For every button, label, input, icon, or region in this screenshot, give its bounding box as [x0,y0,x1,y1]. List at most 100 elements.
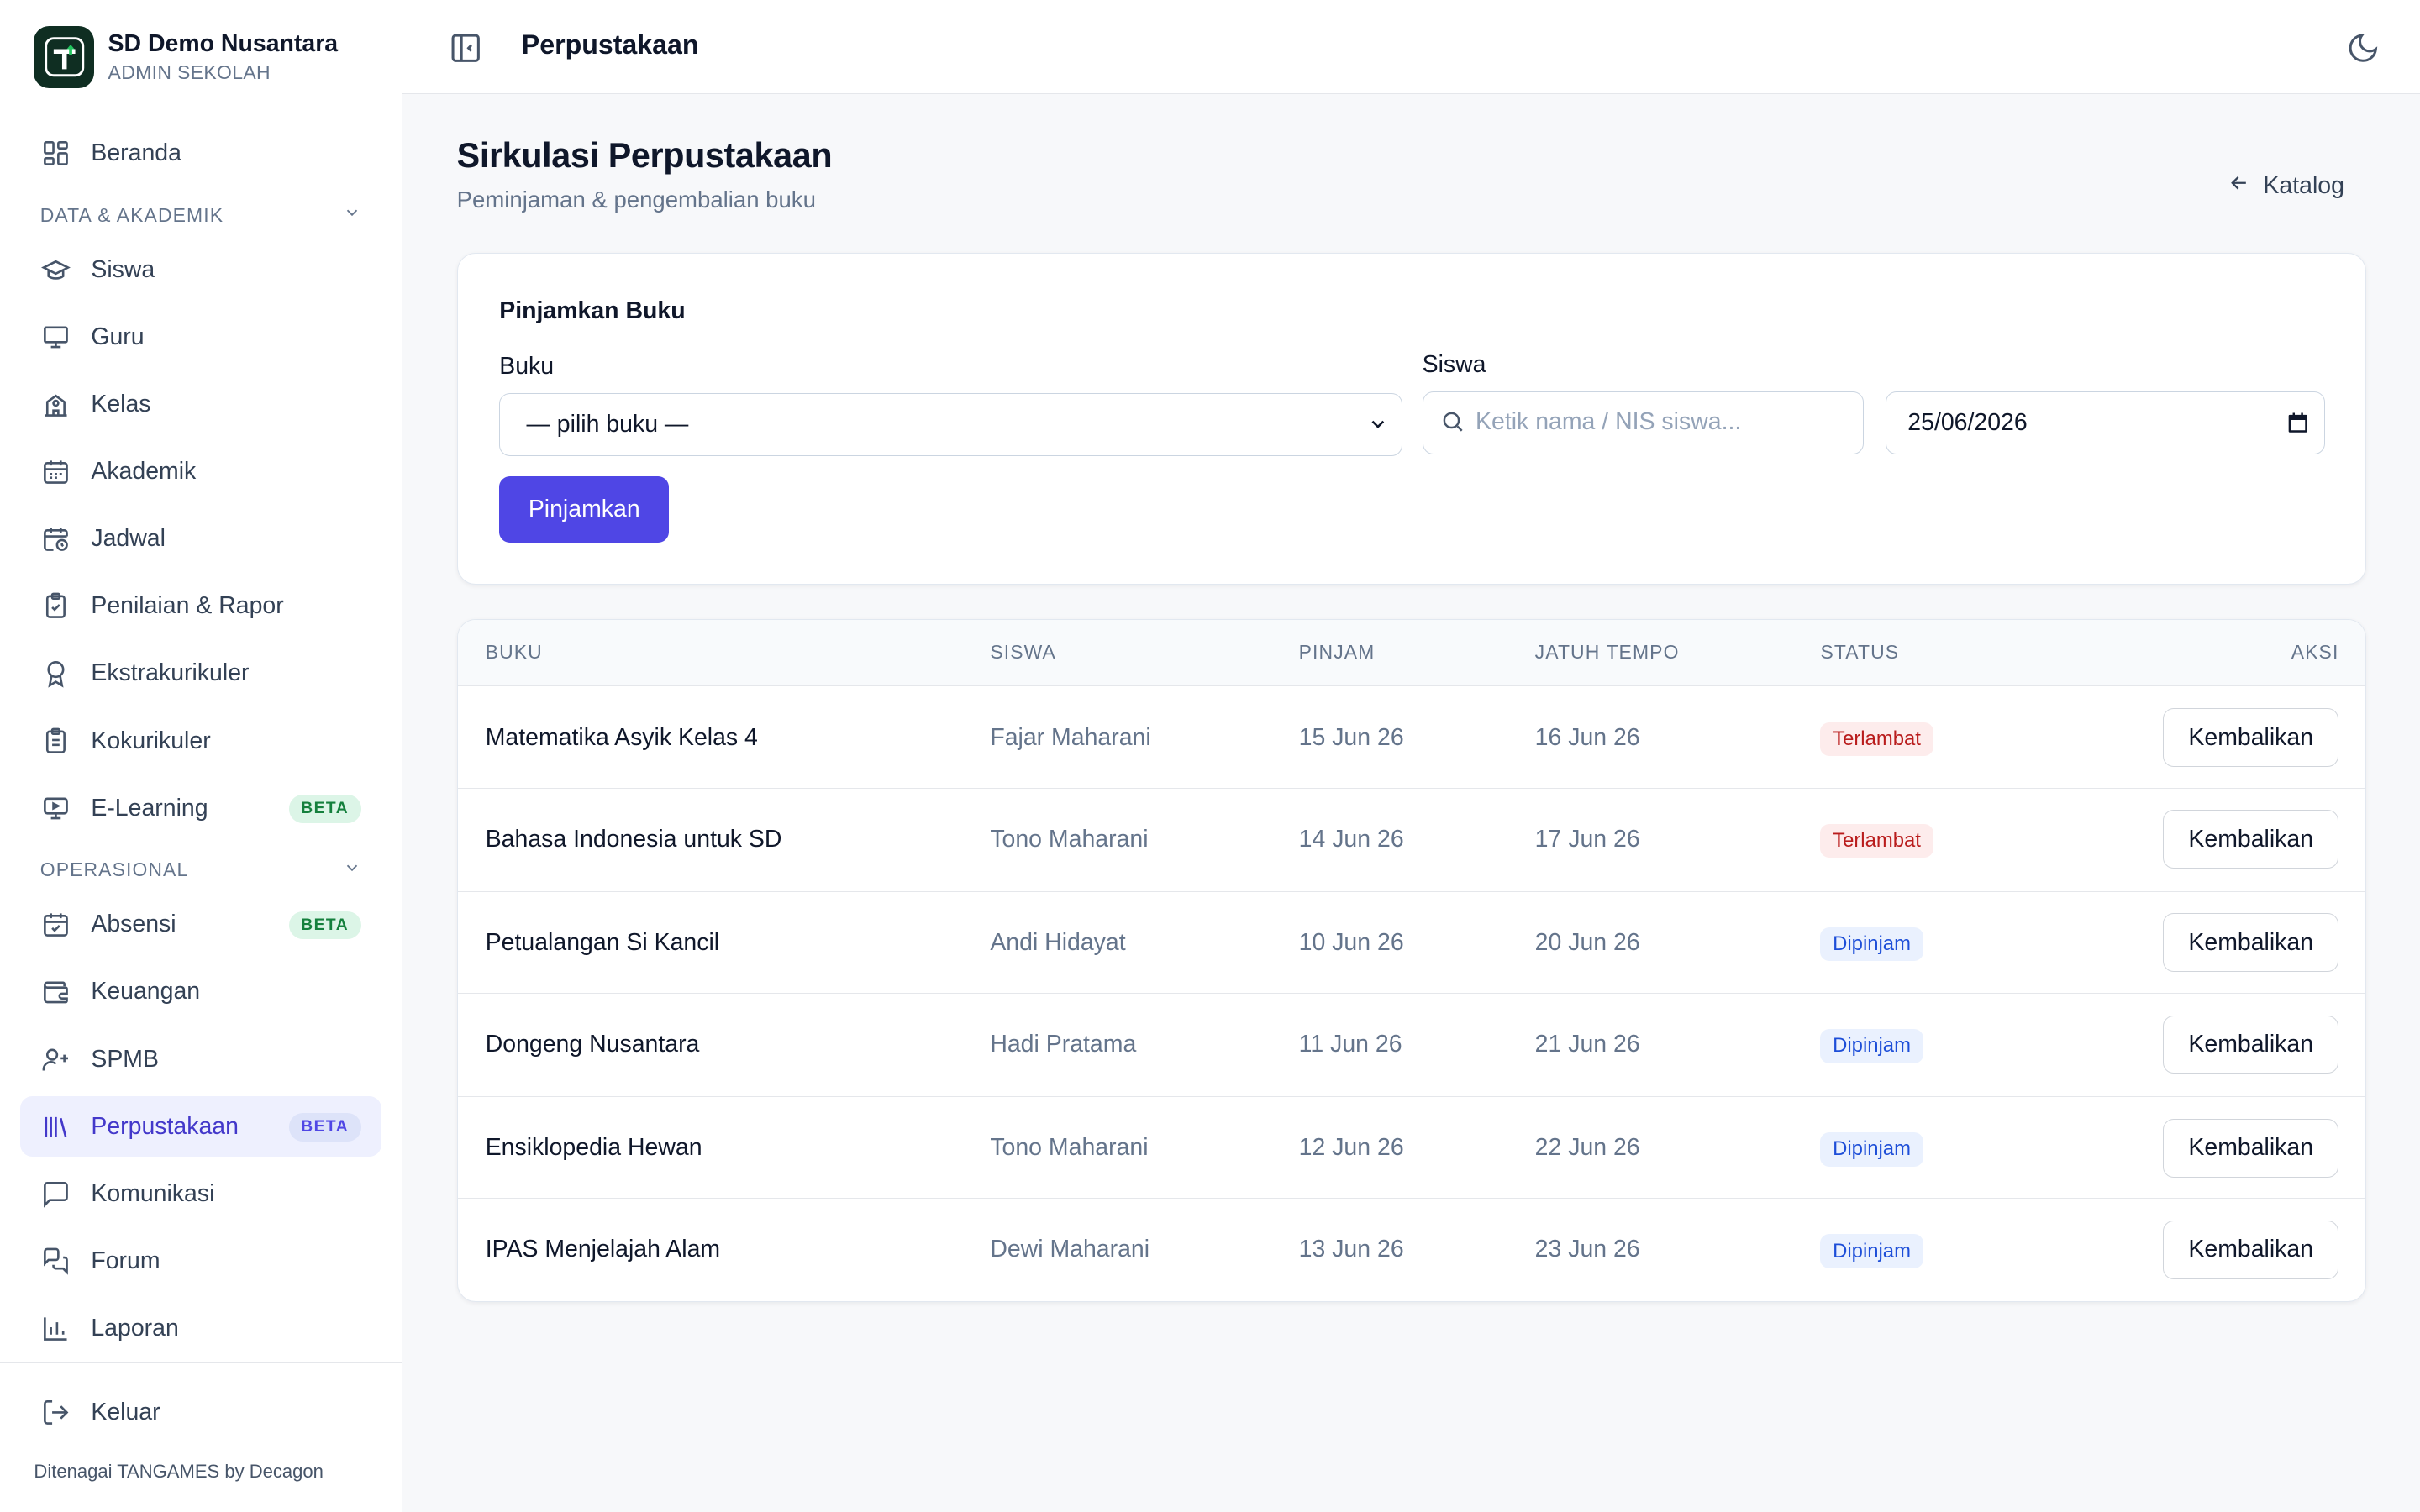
row-student: Tono Maharani [990,1134,1149,1162]
sidebar-nav: Beranda DATA & AKADEMIK Siswa Guru Kelas… [19,123,381,1366]
section-label: OPERASIONAL [39,858,189,881]
sidebar-item-siswa[interactable]: Siswa [20,240,381,301]
sidebar-item-label: Penilaian & Rapor [91,592,284,620]
calendar-check-icon [40,910,71,941]
sidebar-item-label: Akademik [91,458,197,486]
calendar-icon [40,456,71,487]
back-label: Katalog [2263,172,2344,200]
student-search-field[interactable] [1422,391,1864,454]
theme-toggle-button[interactable] [2346,31,2380,65]
table-header: BUKU SISWA PINJAM JATUH TEMPO STATUS AKS… [457,619,2365,686]
sidebar-toggle-button[interactable] [449,31,482,65]
sidebar-item-kokurikuler[interactable]: Kokurikuler [20,711,381,771]
book-select[interactable]: — pilih buku — [499,392,1402,456]
sidebar-item-label: Ekstrakurikuler [91,659,250,687]
beta-badge: BETA [288,911,361,940]
sidebar-item-perpustakaan[interactable]: Perpustakaan BETA [19,1096,381,1157]
sidebar-item-beranda[interactable]: Beranda [20,123,381,184]
wallet-icon [40,977,71,1008]
form-title: Pinjamkan Buku [499,297,686,324]
status-badge: Dipinjam [1820,1029,1923,1063]
row-book: Petualangan Si Kancil [485,928,720,956]
chevron-down-icon [343,858,361,882]
return-button[interactable]: Kembalikan [2163,1220,2339,1279]
sidebar-item-komunikasi[interactable]: Komunikasi [20,1163,381,1224]
page-title: Sirkulasi Perpustakaan [456,135,833,175]
library-icon [40,1111,71,1142]
row-borrow-date: 11 Jun 26 [1298,1031,1402,1058]
row-student: Hadi Pratama [990,1031,1137,1058]
circulation-table: BUKU SISWA PINJAM JATUH TEMPO STATUS AKS… [456,618,2366,1303]
sidebar-item-akademik[interactable]: Akademik [20,442,381,502]
chevron-down-icon [343,203,361,227]
brand[interactable]: SD Demo Nusantara ADMIN SEKOLAH [34,26,339,88]
calendar-icon[interactable] [2286,411,2310,442]
calendar-clock-icon [40,523,71,554]
row-borrow-date: 10 Jun 26 [1298,928,1404,956]
sidebar-item-penilaian[interactable]: Penilaian & Rapor [20,576,381,637]
arrow-left-icon [2228,171,2251,202]
borrow-submit-button[interactable]: Pinjamkan [499,475,670,543]
sidebar-footer: Keluar Ditenagai TANGAMES by Decagon [0,1362,402,1482]
column-header-due: JATUH TEMPO [1534,641,1680,664]
sidebar-item-jadwal[interactable]: Jadwal [20,509,381,570]
sidebar-item-label: Forum [91,1247,160,1274]
row-due-date: 21 Jun 26 [1534,1031,1640,1058]
return-button[interactable]: Kembalikan [2163,913,2339,973]
sidebar-item-label: E-Learning [91,794,208,822]
section-label: DATA & AKADEMIK [39,203,224,226]
table-row: Petualangan Si Kancil Andi Hidayat 10 Ju… [457,890,2365,993]
school-name: SD Demo Nusantara [108,29,339,57]
sidebar-item-absensi[interactable]: Absensi BETA [20,895,381,955]
clipboard-check-icon [40,591,71,622]
column-header-student: SISWA [990,641,1056,664]
row-student: Andi Hidayat [990,928,1126,956]
status-badge: Dipinjam [1820,1132,1923,1167]
student-search-input[interactable] [1476,391,1854,453]
due-date-input[interactable]: 25/06/2026 [1885,391,2326,454]
back-to-catalog-link[interactable]: Katalog [2228,171,2344,202]
school-building-icon [40,389,71,420]
column-header-book: BUKU [485,641,543,664]
book-label: Buku [499,352,555,380]
sidebar-item-ekstrakurikuler[interactable]: Ekstrakurikuler [20,643,381,704]
sidebar-item-label: Absensi [91,911,176,938]
return-button[interactable]: Kembalikan [2163,1118,2339,1178]
row-borrow-date: 14 Jun 26 [1298,825,1404,853]
sidebar-item-label: Komunikasi [91,1179,215,1207]
return-button[interactable]: Kembalikan [2163,810,2339,869]
table-row: IPAS Menjelajah Alam Dewi Maharani 13 Ju… [457,1198,2365,1299]
sidebar-item-elearning[interactable]: E-Learning BETA [20,778,381,838]
return-button[interactable]: Kembalikan [2163,1015,2339,1074]
table-row: Dongeng Nusantara Hadi Pratama 11 Jun 26… [457,992,2365,1095]
school-logo-icon [34,26,95,88]
section-data-akademik[interactable]: DATA & AKADEMIK [20,191,381,240]
student-label: Siswa [1422,350,1486,378]
sidebar-item-guru[interactable]: Guru [20,307,381,368]
sidebar-item-label: Guru [91,323,145,351]
beta-badge: BETA [288,795,361,823]
return-button[interactable]: Kembalikan [2163,708,2339,767]
row-due-date: 20 Jun 26 [1534,928,1640,956]
section-operasional[interactable]: OPERASIONAL [20,845,381,895]
sidebar-item-kelas[interactable]: Kelas [20,375,381,435]
log-out-icon [40,1397,71,1428]
graduation-cap-icon [40,255,71,286]
row-book: Bahasa Indonesia untuk SD [485,825,782,853]
sidebar-item-label: Keuangan [91,978,201,1005]
page-subtitle: Peminjaman & pengembalian buku [456,186,816,213]
row-student: Fajar Maharani [990,723,1151,751]
row-borrow-date: 12 Jun 26 [1298,1134,1404,1162]
sidebar-item-forum[interactable]: Forum [20,1231,381,1291]
sidebar-item-keuangan[interactable]: Keuangan [20,962,381,1022]
sidebar-item-spmb[interactable]: SPMB [20,1029,381,1089]
moon-icon [2346,33,2380,71]
logout-button[interactable]: Keluar [40,1397,160,1428]
messages-icon [40,1246,71,1277]
row-borrow-date: 13 Jun 26 [1298,1236,1404,1263]
book-select-value: — pilih buku — [526,410,689,438]
monitor-play-icon [40,793,71,824]
user-role: ADMIN SEKOLAH [108,60,271,83]
sidebar-item-laporan[interactable]: Laporan [20,1298,381,1358]
row-book: Ensiklopedia Hewan [485,1134,702,1162]
